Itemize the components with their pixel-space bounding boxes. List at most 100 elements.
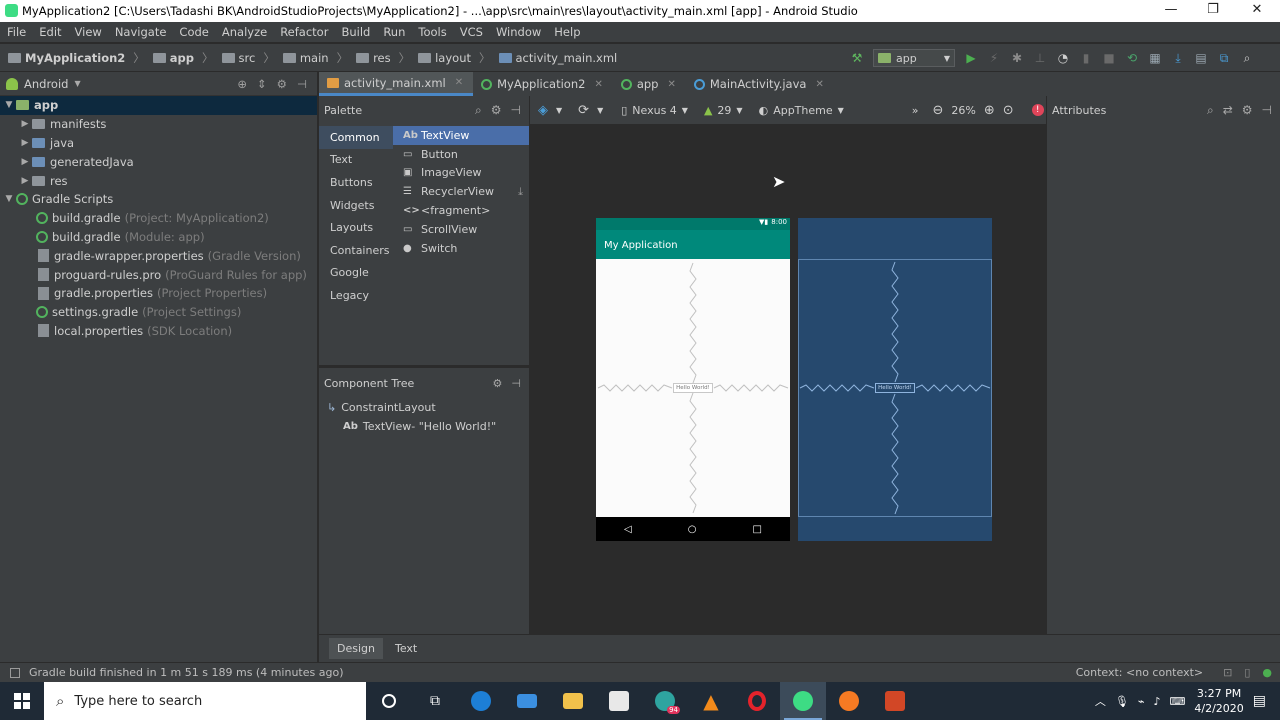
hide-panel-icon[interactable]: ⊣: [511, 103, 521, 118]
palette-category-containers[interactable]: Containers: [319, 239, 393, 262]
taskbar-powerpoint[interactable]: [872, 682, 918, 720]
lock-icon[interactable]: ⊡: [1223, 666, 1232, 679]
breadcrumb-res[interactable]: res 〉: [356, 50, 410, 66]
breadcrumb-src[interactable]: src 〉: [221, 50, 275, 66]
volume-icon[interactable]: ♪: [1153, 695, 1160, 708]
menu-edit[interactable]: Edit: [38, 25, 62, 39]
breadcrumb-project[interactable]: MyApplication2 〉: [8, 50, 145, 66]
breadcrumb-app[interactable]: app 〉: [152, 50, 214, 66]
palette-item-switch[interactable]: ● Switch: [393, 239, 529, 258]
menu-vcs[interactable]: VCS: [459, 25, 484, 39]
menu-run[interactable]: Run: [382, 25, 406, 39]
close-tab-icon[interactable]: ✕: [594, 79, 602, 90]
caret-right-icon[interactable]: ▶: [18, 157, 32, 167]
close-tab-icon[interactable]: ✕: [815, 79, 823, 90]
palette-item-scrollview[interactable]: ▭ ScrollView: [393, 220, 529, 239]
palette-category-buttons[interactable]: Buttons: [319, 171, 393, 194]
blueprint-textview[interactable]: Hello World!: [875, 383, 915, 393]
task-view-button[interactable]: ⧉: [412, 682, 458, 720]
search-icon[interactable]: ⌕: [475, 103, 482, 118]
action-center-icon[interactable]: ▤: [1253, 693, 1266, 709]
make-project-hammer-icon[interactable]: ⚒: [850, 51, 864, 65]
tool-windows-icon[interactable]: [10, 667, 20, 678]
breadcrumb-main[interactable]: main 〉: [282, 50, 348, 66]
tab-text[interactable]: Text: [387, 638, 425, 659]
menu-build[interactable]: Build: [340, 25, 371, 39]
palette-item-textview[interactable]: Ab TextView: [393, 126, 529, 145]
cortana-button[interactable]: [366, 682, 412, 720]
swap-view-icon[interactable]: ⇄: [1223, 103, 1233, 118]
preview-textview[interactable]: Hello World!: [673, 383, 713, 393]
clock[interactable]: 3:27 PM 4/2/2020: [1194, 686, 1243, 716]
project-structure-icon[interactable]: ▤: [1194, 51, 1208, 65]
palette-category-legacy[interactable]: Legacy: [319, 284, 393, 307]
hide-panel-icon[interactable]: ⊣: [511, 377, 521, 390]
download-icon[interactable]: ⤓: [518, 185, 523, 199]
error-badge-icon[interactable]: !: [1031, 104, 1044, 116]
palette-item-imageview[interactable]: ▣ ImageView: [393, 164, 529, 183]
taskbar-android-studio[interactable]: [780, 682, 826, 720]
menu-tools[interactable]: Tools: [417, 25, 447, 39]
caret-down-icon[interactable]: ▼: [2, 194, 16, 204]
tree-item-build-gradle-project[interactable]: build.gradle (Project: MyApplication2): [0, 209, 317, 228]
menu-help[interactable]: Help: [553, 25, 581, 39]
taskbar-opera[interactable]: [734, 682, 780, 720]
chevron-down-icon[interactable]: ▼: [556, 106, 562, 115]
tree-textview[interactable]: Ab TextView - "Hello World!": [319, 417, 529, 436]
taskbar-mail[interactable]: [504, 682, 550, 720]
event-log-icon[interactable]: ●: [1262, 666, 1272, 679]
device-explorer-icon[interactable]: ⧉: [1217, 51, 1231, 65]
locate-icon[interactable]: ⊕: [237, 77, 247, 91]
tree-item-gradle-scripts[interactable]: ▼ Gradle Scripts: [0, 190, 317, 209]
microphone-icon[interactable]: 🎙: [1115, 695, 1129, 708]
palette-category-text[interactable]: Text: [319, 149, 393, 172]
menu-view[interactable]: View: [74, 25, 103, 39]
sync-gradle-icon[interactable]: ⟲: [1125, 51, 1139, 65]
taskbar-file-explorer[interactable]: [550, 682, 596, 720]
tree-item-settings-gradle[interactable]: settings.gradle (Project Settings): [0, 303, 317, 322]
context-indicator[interactable]: Context: <no context>: [1076, 666, 1203, 679]
blueprint-preview[interactable]: Hello World!: [798, 218, 992, 541]
sdk-manager-icon[interactable]: ⤓: [1171, 51, 1185, 65]
tree-constraintlayout[interactable]: ↳ ConstraintLayout: [319, 398, 529, 417]
close-button[interactable]: ✕: [1234, 0, 1280, 22]
caret-down-icon[interactable]: ▼: [2, 100, 16, 110]
search-icon[interactable]: ⌕: [1207, 103, 1214, 118]
show-hidden-icons[interactable]: ︿: [1095, 693, 1106, 709]
menu-file[interactable]: File: [6, 25, 27, 39]
tree-item-java[interactable]: ▶ java: [0, 134, 317, 153]
tab-mainactivity[interactable]: MainActivity.java ✕: [686, 72, 834, 96]
search-icon[interactable]: ⌕: [1240, 51, 1254, 65]
device-select[interactable]: ▯ Nexus 4 ▼: [621, 104, 688, 117]
breadcrumb-layout[interactable]: layout 〉: [418, 50, 491, 66]
chevron-down-icon[interactable]: ▼: [74, 79, 80, 88]
gear-icon[interactable]: ⚙: [1242, 103, 1253, 118]
zoom-in-icon[interactable]: ⊕: [984, 103, 995, 118]
run-icon[interactable]: ▶: [964, 51, 978, 65]
tree-item-manifests[interactable]: ▶ manifests: [0, 115, 317, 134]
profile-icon[interactable]: ◔: [1056, 51, 1070, 65]
palette-category-layouts[interactable]: Layouts: [319, 216, 393, 239]
stop-icon[interactable]: ■: [1102, 51, 1116, 65]
debug-icon[interactable]: ✱: [1010, 51, 1024, 65]
network-icon[interactable]: ⌁: [1138, 695, 1145, 708]
menu-navigate[interactable]: Navigate: [114, 25, 168, 39]
menu-analyze[interactable]: Analyze: [221, 25, 268, 39]
theme-select[interactable]: ◐ AppTheme ▼: [759, 104, 844, 117]
taskbar-store[interactable]: [596, 682, 642, 720]
maximize-button[interactable]: ❐: [1190, 0, 1236, 22]
tree-item-proguard[interactable]: proguard-rules.pro (ProGuard Rules for ap…: [0, 265, 317, 284]
attach-debugger-icon[interactable]: ⊥: [1033, 51, 1047, 65]
design-preview[interactable]: 8:00 ▼▮ My Application Hello World! ◁ ○ …: [596, 218, 790, 541]
tree-item-build-gradle-module[interactable]: build.gradle (Module: app): [0, 228, 317, 247]
taskbar-search[interactable]: ⌕ Type here to search: [44, 682, 366, 720]
minimize-button[interactable]: —: [1148, 0, 1194, 22]
hide-panel-icon[interactable]: ⊣: [1262, 103, 1272, 118]
gear-icon[interactable]: ⚙: [493, 377, 503, 390]
chevron-down-icon[interactable]: ▼: [597, 106, 603, 115]
palette-category-google[interactable]: Google: [319, 262, 393, 285]
tree-item-res[interactable]: ▶ res: [0, 171, 317, 190]
menu-window[interactable]: Window: [495, 25, 542, 39]
palette-category-common[interactable]: Common: [319, 126, 393, 149]
caret-right-icon[interactable]: ▶: [18, 119, 32, 129]
